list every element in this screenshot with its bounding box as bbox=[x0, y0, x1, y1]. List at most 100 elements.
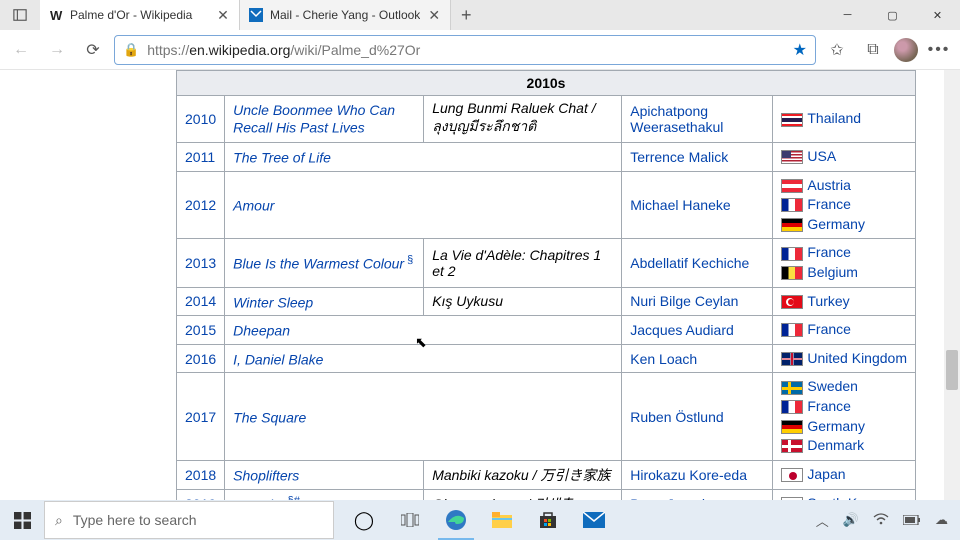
store-icon[interactable] bbox=[526, 500, 570, 540]
original-title: Manbiki kazoku / 万引き家族 bbox=[424, 460, 622, 489]
flag-icon bbox=[781, 439, 803, 453]
country-link[interactable]: France bbox=[807, 196, 851, 212]
flag-icon bbox=[781, 198, 803, 212]
film-link[interactable]: I, Daniel Blake bbox=[233, 351, 323, 367]
volume-icon[interactable]: 🔊 bbox=[843, 512, 859, 528]
country-link[interactable]: United Kingdom bbox=[807, 350, 907, 366]
country-link[interactable]: Germany bbox=[807, 418, 865, 434]
film-link[interactable]: Uncle Boonmee Who Can Recall His Past Li… bbox=[233, 102, 395, 136]
country-link[interactable]: Germany bbox=[807, 216, 865, 232]
back-button[interactable]: ← bbox=[6, 35, 36, 65]
original-title: Gisaengchung / 기생충 bbox=[424, 489, 622, 500]
tray-chevron-icon[interactable]: ︿ bbox=[816, 511, 829, 530]
flag-icon bbox=[781, 352, 803, 366]
url-path: /wiki/Palme_d%27Or bbox=[290, 42, 420, 58]
table-row: 2016 I, Daniel Blake Ken Loach United Kingd… bbox=[177, 344, 916, 373]
original-title: Kış Uykusu bbox=[424, 287, 622, 316]
year-link[interactable]: 2014 bbox=[185, 293, 216, 309]
year-link[interactable]: 2016 bbox=[185, 351, 216, 367]
flag-icon bbox=[781, 468, 803, 482]
year-link[interactable]: 2010 bbox=[185, 111, 216, 127]
director-link[interactable]: Apichatpong Weerasethakul bbox=[630, 103, 723, 135]
collections-icon[interactable]: ⧉ bbox=[858, 35, 888, 65]
year-link[interactable]: 2015 bbox=[185, 322, 216, 338]
browser-tab[interactable]: Mail - Cherie Yang - Outlook✕ bbox=[240, 0, 451, 30]
year-link[interactable]: 2011 bbox=[185, 149, 215, 165]
flag-icon bbox=[781, 420, 803, 434]
country-link[interactable]: France bbox=[807, 321, 851, 337]
address-bar[interactable]: 🔒 https://en.wikipedia.org/wiki/Palme_d%… bbox=[114, 35, 816, 65]
director-link[interactable]: Hirokazu Kore-eda bbox=[630, 467, 747, 483]
year-link[interactable]: 2018 bbox=[185, 467, 216, 483]
refresh-button[interactable]: ⟳ bbox=[78, 35, 108, 65]
onedrive-icon[interactable]: ☁ bbox=[935, 512, 948, 528]
titlebar: WPalme d'Or - Wikipedia✕Mail - Cherie Ya… bbox=[0, 0, 960, 30]
tab-actions-icon[interactable] bbox=[0, 0, 40, 30]
flag-icon bbox=[781, 266, 803, 280]
browser-tab[interactable]: WPalme d'Or - Wikipedia✕ bbox=[40, 0, 240, 30]
cortana-icon[interactable]: ◯ bbox=[342, 500, 386, 540]
director-link[interactable]: Abdellatif Kechiche bbox=[630, 255, 749, 271]
director-link[interactable]: Nuri Bilge Ceylan bbox=[630, 293, 738, 309]
director-link[interactable]: Ruben Östlund bbox=[630, 409, 723, 425]
battery-icon[interactable] bbox=[903, 513, 921, 528]
settings-menu-button[interactable]: ••• bbox=[924, 35, 954, 65]
country-link[interactable]: Belgium bbox=[807, 264, 858, 280]
wifi-icon[interactable] bbox=[873, 513, 889, 528]
film-link[interactable]: Amour bbox=[233, 198, 274, 214]
task-view-icon[interactable] bbox=[388, 500, 432, 540]
country-link[interactable]: Sweden bbox=[807, 378, 858, 394]
year-link[interactable]: 2017 bbox=[185, 409, 216, 425]
new-tab-button[interactable]: + bbox=[451, 0, 481, 30]
file-explorer-icon[interactable] bbox=[480, 500, 524, 540]
flag-icon bbox=[781, 218, 803, 232]
film-link[interactable]: Winter Sleep bbox=[233, 294, 313, 310]
mail-icon[interactable] bbox=[572, 500, 616, 540]
close-tab-icon[interactable]: ✕ bbox=[426, 7, 442, 24]
country-link[interactable]: France bbox=[807, 244, 851, 260]
maximize-button[interactable]: ▢ bbox=[870, 0, 915, 30]
director-link[interactable]: Jacques Audiard bbox=[630, 322, 734, 338]
forward-button[interactable]: → bbox=[42, 35, 72, 65]
flag-icon bbox=[781, 381, 803, 395]
country-link[interactable]: Denmark bbox=[807, 437, 864, 453]
country-link[interactable]: USA bbox=[807, 148, 836, 164]
film-link[interactable]: Shoplifters bbox=[233, 468, 299, 484]
director-link[interactable]: Terrence Malick bbox=[630, 149, 728, 165]
year-link[interactable]: 2013 bbox=[185, 255, 216, 271]
decade-header: 2010s bbox=[177, 71, 916, 96]
flag-icon bbox=[781, 295, 803, 309]
close-tab-icon[interactable]: ✕ bbox=[215, 7, 231, 24]
country-link[interactable]: France bbox=[807, 398, 851, 414]
scrollbar[interactable] bbox=[944, 70, 960, 500]
film-link[interactable]: Blue Is the Warmest Colour bbox=[233, 256, 404, 272]
table-row: 2018 Shoplifters Manbiki kazoku / 万引き家族 Hir… bbox=[177, 460, 916, 489]
country-link[interactable]: Turkey bbox=[807, 293, 849, 309]
film-link[interactable]: The Square bbox=[233, 409, 306, 425]
profile-avatar[interactable] bbox=[894, 38, 918, 62]
minimize-button[interactable]: ─ bbox=[825, 0, 870, 30]
director-link[interactable]: Ken Loach bbox=[630, 351, 697, 367]
country-link[interactable]: Japan bbox=[807, 466, 845, 482]
palme-dor-table: 2010s 2010 Uncle Boonmee Who Can Recall Hi… bbox=[176, 70, 916, 500]
film-link[interactable]: The Tree of Life bbox=[233, 150, 331, 166]
film-link[interactable]: Dheepan bbox=[233, 323, 290, 339]
director-link[interactable]: Michael Haneke bbox=[630, 197, 730, 213]
start-button[interactable] bbox=[0, 500, 44, 540]
favicon: W bbox=[48, 7, 64, 23]
search-placeholder: Type here to search bbox=[73, 512, 197, 528]
table-row: 2017 The Square Ruben Östlund Sweden France G… bbox=[177, 373, 916, 460]
table-row: 2013Blue Is the Warmest Colour §La Vie d… bbox=[177, 239, 916, 287]
page-content: 2010s 2010 Uncle Boonmee Who Can Recall Hi… bbox=[0, 70, 960, 500]
favorites-icon[interactable]: ✩ bbox=[822, 35, 852, 65]
url-scheme: https:// bbox=[147, 42, 189, 58]
country-link[interactable]: Thailand bbox=[807, 110, 861, 126]
close-window-button[interactable]: ✕ bbox=[915, 0, 960, 30]
scrollbar-thumb[interactable] bbox=[946, 350, 958, 390]
taskbar-search[interactable]: ⌕ Type here to search bbox=[44, 501, 334, 539]
favorite-star-icon[interactable]: ★ bbox=[793, 40, 807, 60]
edge-icon[interactable] bbox=[434, 500, 478, 540]
year-link[interactable]: 2012 bbox=[185, 197, 216, 213]
nav-toolbar: ← → ⟳ 🔒 https://en.wikipedia.org/wiki/Pa… bbox=[0, 30, 960, 70]
country-link[interactable]: Austria bbox=[807, 177, 851, 193]
